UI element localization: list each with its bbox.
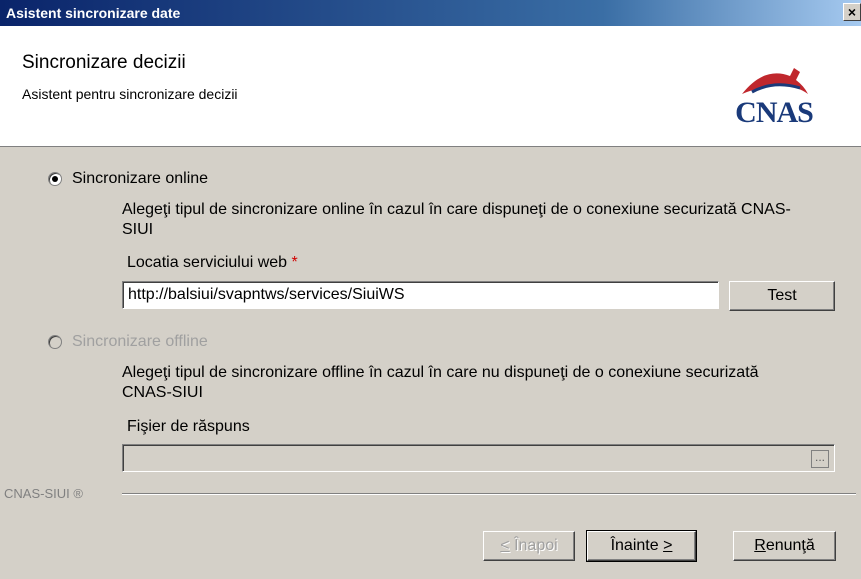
next-label: Înainte [610, 537, 664, 554]
cancel-label: enunţă [765, 537, 815, 554]
webservice-label: Locatia serviciului web * [127, 254, 298, 272]
back-button[interactable]: < Înapoi [483, 531, 575, 561]
back-mnemonic: < [500, 537, 510, 554]
page-title: Sincronizare decizii [22, 52, 186, 73]
sync-dialog: Asistent sincronizare date × Sincronizar… [0, 0, 861, 579]
title-bar[interactable]: Asistent sincronizare date × [0, 0, 861, 26]
response-file-input[interactable] [122, 444, 835, 472]
close-button[interactable]: × [843, 3, 861, 21]
online-description: Alegeţi tipul de sincronizare online în … [122, 201, 791, 238]
page-subtitle: Asistent pentru sincronizare decizii [22, 86, 238, 102]
browse-button[interactable]: ... [811, 450, 829, 468]
logo-text: CNAS [735, 96, 814, 129]
window-title: Asistent sincronizare date [6, 5, 181, 21]
footer-divider [122, 493, 856, 495]
cnas-logo: CNAS [710, 64, 838, 130]
webservice-url-input[interactable]: http://balsiui/svapntws/services/SiuiWS [122, 281, 719, 309]
radio-offline-row[interactable]: Sincronizare offline [48, 333, 208, 351]
radio-offline-label[interactable]: Sincronizare offline [72, 333, 208, 351]
wizard-header: Sincronizare decizii Asistent pentru sin… [0, 26, 861, 147]
back-label: Înapoi [509, 537, 558, 554]
response-file-label: Fişier de răspuns [127, 418, 250, 435]
next-mnemonic: > [663, 537, 673, 554]
radio-online[interactable] [48, 172, 62, 186]
ellipsis-icon: ... [814, 450, 825, 464]
offline-description: Alegeţi tipul de sincronizare offline în… [122, 364, 759, 401]
cancel-mnemonic: R [754, 537, 766, 554]
radio-online-label[interactable]: Sincronizare online [72, 170, 208, 188]
radio-offline[interactable] [48, 335, 62, 349]
footer-brand: CNAS-SIUI ® [4, 486, 83, 501]
radio-online-row[interactable]: Sincronizare online [48, 170, 208, 188]
webservice-label-text: Locatia serviciului web [127, 254, 288, 271]
next-button[interactable]: Înainte > [586, 530, 697, 562]
cancel-button[interactable]: Renunţă [733, 531, 836, 561]
test-button[interactable]: Test [729, 281, 835, 311]
required-mark: * [291, 254, 298, 271]
close-icon: × [847, 4, 857, 20]
